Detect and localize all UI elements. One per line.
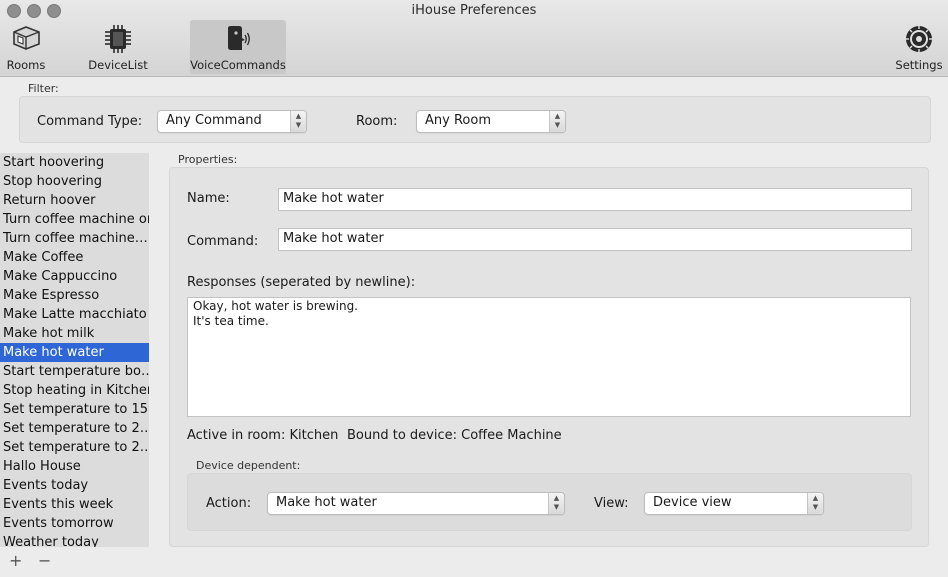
response-line: Okay, hot water is brewing. <box>193 299 358 313</box>
list-item[interactable]: Turn coffee machine… <box>0 229 149 248</box>
chevron-updown-icon: ▲ ▼ <box>548 493 564 514</box>
list-item-selected[interactable]: Make hot water <box>0 343 149 362</box>
list-item[interactable]: Events this week <box>0 495 149 514</box>
toolbar-rooms[interactable]: Rooms <box>2 20 50 74</box>
chevron-updown-icon: ▲ ▼ <box>807 493 823 514</box>
action-select[interactable]: Make hot water ▲ ▼ <box>267 492 565 515</box>
list-item[interactable]: Stop hoovering <box>0 172 149 191</box>
device-dependent-group: Action: Make hot water ▲ ▼ View: Device v… <box>187 473 912 531</box>
bound-device-text: Bound to device: Coffee Machine <box>347 428 562 443</box>
command-type-select[interactable]: Any Command ▲ ▼ <box>157 110 307 133</box>
list-item[interactable]: Make Coffee <box>0 248 149 267</box>
list-item[interactable]: Set temperature to 15… <box>0 400 149 419</box>
view-label: View: <box>594 496 629 511</box>
list-item[interactable]: Stop heating in Kitchen <box>0 381 149 400</box>
list-item[interactable]: Turn coffee machine on <box>0 210 149 229</box>
toolbar-devicelist[interactable]: DeviceList <box>88 20 148 74</box>
window-toolbar: iHouse Preferences Rooms DeviceList Voic… <box>0 0 948 77</box>
gear-icon <box>906 26 932 52</box>
list-item[interactable]: Start temperature bo… <box>0 362 149 381</box>
device-dependent-legend: Device dependent: <box>196 459 301 472</box>
add-command-button[interactable]: + <box>9 553 22 569</box>
list-item[interactable]: Make Latte macchiato <box>0 305 149 324</box>
list-item[interactable]: Make Espresso <box>0 286 149 305</box>
chevron-updown-icon: ▲ ▼ <box>549 111 565 132</box>
room-filter-value: Any Room <box>425 113 491 128</box>
response-line: It's tea time. <box>193 314 269 328</box>
chip-icon <box>105 25 131 53</box>
command-type-label: Command Type: <box>37 114 143 129</box>
command-type-value: Any Command <box>166 113 262 128</box>
view-value: Device view <box>653 495 732 510</box>
action-value: Make hot water <box>276 495 377 510</box>
list-item[interactable]: Start hoovering <box>0 153 149 172</box>
command-field[interactable]: Make hot water <box>278 228 912 251</box>
action-label: Action: <box>206 496 252 511</box>
list-item[interactable]: Set temperature to 2… <box>0 419 149 438</box>
list-item[interactable]: Events today <box>0 476 149 495</box>
toolbar-voicecommands[interactable]: VoiceCommands <box>190 20 286 74</box>
toolbar-settings-label: Settings <box>895 58 943 72</box>
list-item[interactable]: Make Cappuccino <box>0 267 149 286</box>
properties-group: Name: Make hot water Command: Make hot w… <box>169 167 929 547</box>
filter-legend: Filter: <box>28 82 59 95</box>
voice-icon <box>228 26 250 50</box>
properties-legend: Properties: <box>178 153 238 166</box>
list-item[interactable]: Hallo House <box>0 457 149 476</box>
name-field-value: Make hot water <box>283 191 384 206</box>
window-title: iHouse Preferences <box>411 3 537 18</box>
room-filter-label: Room: <box>356 114 398 129</box>
active-room-text: Active in room: Kitchen <box>187 428 339 443</box>
command-list[interactable]: Start hoovering Stop hoovering Return ho… <box>0 153 149 547</box>
list-item[interactable]: Events tomorrow <box>0 514 149 533</box>
toolbar-voicecommands-label: VoiceCommands <box>190 58 286 72</box>
name-field[interactable]: Make hot water <box>278 188 912 211</box>
toolbar-devicelist-label: DeviceList <box>88 58 148 72</box>
responses-textarea[interactable]: Okay, hot water is brewing. It's tea tim… <box>187 297 911 417</box>
filter-group: Command Type: Any Command ▲ ▼ Room: Any R… <box>19 96 931 143</box>
name-label: Name: <box>187 191 230 206</box>
list-item[interactable]: Set temperature to 2… <box>0 438 149 457</box>
rooms-icon <box>13 26 40 50</box>
command-label: Command: <box>187 234 259 249</box>
toolbar-settings[interactable]: Settings <box>893 20 945 74</box>
toolbar-rooms-label: Rooms <box>6 58 46 72</box>
responses-label: Responses (seperated by newline): <box>187 275 416 290</box>
list-item[interactable]: Return hoover <box>0 191 149 210</box>
list-item[interactable]: Weather today <box>0 533 149 547</box>
command-field-value: Make hot water <box>283 231 384 246</box>
room-filter-select[interactable]: Any Room ▲ ▼ <box>416 110 566 133</box>
chevron-updown-icon: ▲ ▼ <box>290 111 306 132</box>
list-item[interactable]: Make hot milk <box>0 324 149 343</box>
remove-command-button[interactable]: − <box>38 553 51 569</box>
view-select[interactable]: Device view ▲ ▼ <box>644 492 824 515</box>
